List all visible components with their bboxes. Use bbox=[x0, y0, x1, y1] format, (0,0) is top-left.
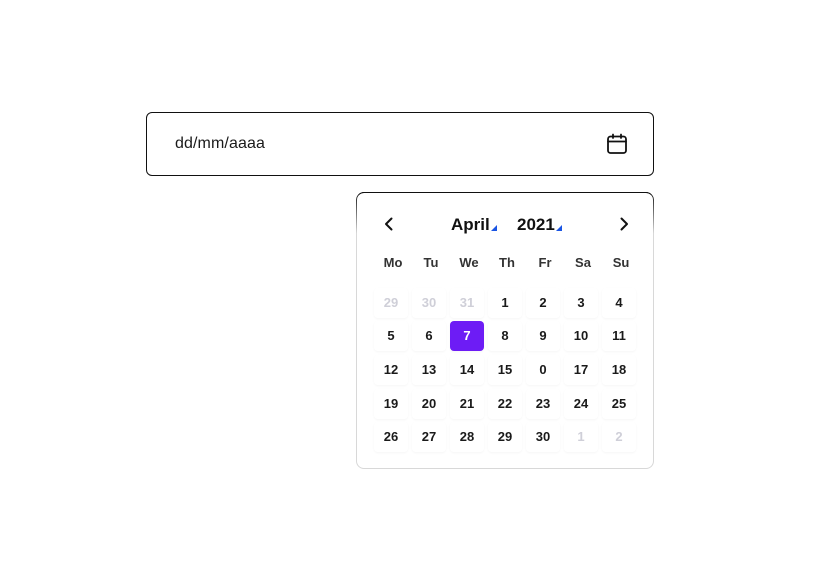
day-cell[interactable]: 5 bbox=[374, 321, 408, 351]
weekday-label: Su bbox=[612, 255, 630, 270]
calendar-icon[interactable] bbox=[605, 132, 629, 156]
weekday-header: Mo Tu We Th Fr Sa Su bbox=[374, 253, 640, 273]
month-select-value: April bbox=[451, 215, 490, 234]
day-cell[interactable]: 24 bbox=[564, 389, 598, 419]
day-cell[interactable]: 15 bbox=[488, 355, 522, 385]
weekday-label: Fr bbox=[538, 255, 552, 270]
day-cell[interactable]: 19 bbox=[374, 389, 408, 419]
day-cell[interactable]: 2 bbox=[526, 288, 560, 318]
day-cell[interactable]: 14 bbox=[450, 355, 484, 385]
dropdown-triangle-icon bbox=[555, 225, 562, 231]
day-cell[interactable]: 6 bbox=[412, 321, 446, 351]
day-cell[interactable]: 3 bbox=[564, 288, 598, 318]
weekday-label: Sa bbox=[575, 255, 591, 270]
calendar-popup: April 2021 Mo Tu We Th Fr Sa Su 29 30 31 1 2… bbox=[356, 192, 654, 469]
day-cell[interactable]: 18 bbox=[602, 355, 636, 385]
day-cell[interactable]: 13 bbox=[412, 355, 446, 385]
day-cell[interactable]: 11 bbox=[602, 321, 636, 351]
day-cell-selected[interactable]: 7 bbox=[450, 321, 484, 351]
day-cell[interactable]: 29 bbox=[374, 288, 408, 318]
day-cell[interactable]: 29 bbox=[488, 422, 522, 452]
year-select-value: 2021 bbox=[517, 215, 555, 234]
dropdown-triangle-icon bbox=[490, 225, 497, 231]
day-cell[interactable]: 2 bbox=[602, 422, 636, 452]
weekday-label: Th bbox=[499, 255, 515, 270]
day-cell[interactable]: 25 bbox=[602, 389, 636, 419]
day-cell[interactable]: 12 bbox=[374, 355, 408, 385]
day-cell[interactable]: 4 bbox=[602, 288, 636, 318]
day-cell[interactable]: 22 bbox=[488, 389, 522, 419]
weekday-label: Mo bbox=[383, 255, 403, 270]
day-cell[interactable]: 27 bbox=[412, 422, 446, 452]
page: dd/mm/aaaa April 2021 Mo Tu We Th Fr Sa … bbox=[0, 0, 826, 568]
day-cell[interactable]: 1 bbox=[564, 422, 598, 452]
year-select[interactable]: 2021 bbox=[517, 211, 562, 239]
day-cell[interactable]: 30 bbox=[412, 288, 446, 318]
day-cell[interactable]: 10 bbox=[564, 321, 598, 351]
day-cell[interactable]: 23 bbox=[526, 389, 560, 419]
day-cell[interactable]: 30 bbox=[526, 422, 560, 452]
day-cell[interactable]: 20 bbox=[412, 389, 446, 419]
date-input-field[interactable]: dd/mm/aaaa bbox=[146, 112, 654, 176]
day-cell[interactable]: 17 bbox=[564, 355, 598, 385]
chevron-left-icon[interactable] bbox=[377, 212, 401, 236]
day-cell[interactable]: 21 bbox=[450, 389, 484, 419]
date-input-placeholder: dd/mm/aaaa bbox=[175, 135, 265, 152]
day-cell[interactable]: 26 bbox=[374, 422, 408, 452]
day-cell[interactable]: 28 bbox=[450, 422, 484, 452]
weekday-label: Tu bbox=[423, 255, 439, 270]
day-cell[interactable]: 31 bbox=[450, 288, 484, 318]
day-cell[interactable]: 8 bbox=[488, 321, 522, 351]
day-cell[interactable]: 0 bbox=[526, 355, 560, 385]
day-cell[interactable]: 1 bbox=[488, 288, 522, 318]
chevron-right-icon[interactable] bbox=[612, 212, 636, 236]
day-cell[interactable]: 9 bbox=[526, 321, 560, 351]
month-select[interactable]: April bbox=[451, 211, 497, 239]
weekday-label: We bbox=[459, 255, 479, 270]
